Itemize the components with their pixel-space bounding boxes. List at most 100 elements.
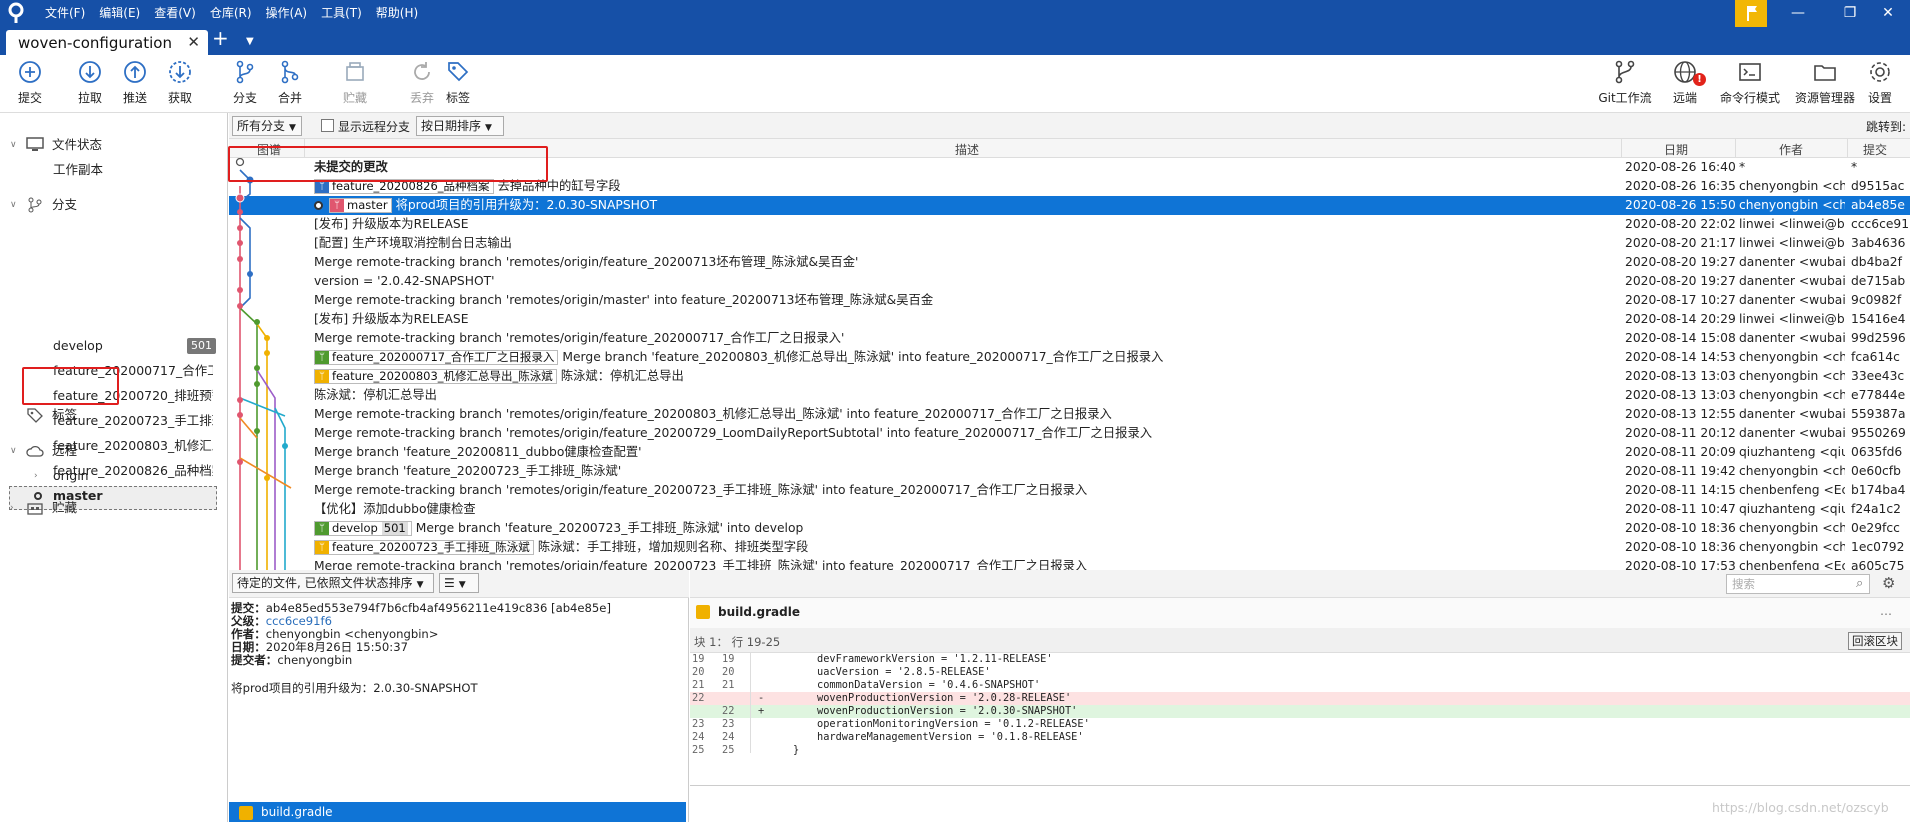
sidebar-section-stashes[interactable]: › 贮藏 — [0, 496, 228, 520]
branch-behind-badge: 501 — [187, 338, 216, 354]
hunk-range: 块 1： 行 19-25 — [694, 635, 781, 649]
sidebar-section-branches[interactable]: ∨ 分支 — [0, 193, 228, 217]
date-label: 日期： — [231, 640, 266, 654]
show-remote-checkbox[interactable] — [321, 119, 334, 132]
close-window-button[interactable]: ✕ — [1866, 0, 1910, 27]
commit-row[interactable]: ᛘ feature_20200803_机修汇总导出_陈泳斌 陈泳斌：停机汇总导出 20… — [229, 367, 1910, 386]
branch-label[interactable]: ᛘ master — [329, 198, 392, 213]
menu-item-6[interactable]: 帮助(H) — [369, 0, 425, 27]
branch-label[interactable]: ᛘ feature_20200723_手工排班_陈泳斌 — [314, 540, 534, 555]
diff-code: commonDataVersion = '0.4.6-SNAPSHOT' — [817, 679, 1041, 691]
column-author[interactable]: 作者 — [1779, 141, 1803, 158]
sidebar-section-file-status[interactable]: ∨ 文件状态 — [0, 133, 228, 157]
menu-item-0[interactable]: 文件(F) — [38, 0, 92, 27]
commit-row[interactable]: Merge branch 'feature_20200811_dubbo健康检查… — [229, 443, 1910, 462]
toolbar-label: 远端 — [1672, 91, 1697, 105]
menu-item-2[interactable]: 查看(V) — [147, 0, 203, 27]
list-icon: ☰ — [444, 576, 455, 590]
file-sort-dropdown[interactable]: 待定的文件, 已依照文件状态排序 ▼ — [232, 573, 434, 593]
commit-description: Merge branch 'feature_20200723_手工排班_陈泳斌' — [314, 462, 621, 481]
notification-flag-icon[interactable] — [1735, 0, 1767, 27]
commit-hash: 0e29fcc — [1851, 521, 1900, 535]
sort-dropdown[interactable]: 按日期排序 ▼ — [416, 116, 504, 136]
commit-description: ᛘ feature_20200723_手工排班_陈泳斌 陈泳斌：手工排班，增加规则名… — [314, 538, 808, 557]
commit-row[interactable]: Merge remote-tracking branch 'remotes/or… — [229, 481, 1910, 500]
commit-date: 2020-08-20 21:17 — [1625, 236, 1736, 250]
commit-row[interactable]: [发布] 升级版本为RELEASE 2020-08-20 22:02 linwei … — [229, 215, 1910, 234]
toolbar-button-gear[interactable]: 设置 — [1850, 59, 1910, 106]
revert-hunk-button[interactable]: 回滚区块 — [1848, 632, 1902, 650]
menu-item-3[interactable]: 仓库(R) — [203, 0, 259, 27]
commit-row[interactable]: Merge branch 'feature_20200723_手工排班_陈泳斌'… — [229, 462, 1910, 481]
graph-node — [235, 193, 245, 203]
branch-label[interactable]: ᛘ feature_20200803_机修汇总导出_陈泳斌 — [314, 369, 557, 384]
sidebar-origin-label: origin — [53, 468, 89, 483]
toolbar-button-git-flow[interactable]: Git工作流 — [1595, 59, 1655, 106]
menu-item-1[interactable]: 编辑(E) — [92, 0, 147, 27]
diff-file-header: build.gradle … — [690, 598, 1910, 628]
commit-row[interactable]: ᛘ master 将prod项目的引用升级为：2.0.30-SNAPSHOT 2020… — [229, 196, 1910, 215]
new-tab-button[interactable]: + — [212, 28, 229, 48]
commit-row[interactable]: Merge remote-tracking branch 'remotes/or… — [229, 557, 1910, 570]
commit-row[interactable]: Merge remote-tracking branch 'remotes/or… — [229, 291, 1910, 310]
commit-row[interactable]: ᛘ feature_202000717_合作工厂之日报录入 Merge branch… — [229, 348, 1910, 367]
more-options-icon[interactable]: … — [1880, 604, 1892, 618]
commit-row[interactable]: [配置] 生产环境取消控制台日志输出 2020-08-20 21:17 linwei… — [229, 234, 1910, 253]
tab-dropdown-icon[interactable]: ▼ — [246, 36, 254, 47]
commit-author: linwei <linwei@b — [1739, 217, 1845, 231]
commit-hash: e77844e — [1851, 388, 1906, 402]
commit-row[interactable]: ᛘ feature_20200723_手工排班_陈泳斌 陈泳斌：手工排班，增加规则名… — [229, 538, 1910, 557]
toolbar-button-tag[interactable]: 标签 — [428, 59, 488, 106]
branch-label[interactable]: ᛘ develop 501 — [314, 521, 412, 536]
parent-hash-link[interactable]: ccc6ce91f6 — [266, 614, 332, 628]
toolbar-button-plus-circle[interactable]: 提交 — [0, 59, 60, 106]
tab-woven-configuration[interactable]: woven-configuration ✕ — [6, 30, 208, 55]
toolbar-button-fetch[interactable]: 获取 — [150, 59, 210, 106]
commit-description: [发布] 升级版本为RELEASE — [314, 215, 469, 234]
commit-row[interactable]: Merge remote-tracking branch 'remotes/or… — [229, 253, 1910, 272]
commit-row[interactable]: version = '2.0.42-SNAPSHOT' 2020-08-20 19… — [229, 272, 1910, 291]
changed-file-item[interactable]: build.gradle — [229, 802, 686, 822]
commit-row[interactable]: Merge remote-tracking branch 'remotes/or… — [229, 424, 1910, 443]
gear-icon[interactable]: ⚙ — [1882, 574, 1895, 592]
graph-node — [237, 412, 243, 418]
file-sort-bar: 待定的文件, 已依照文件状态排序 ▼ ☰ ▼ — [229, 570, 689, 598]
toolbar-button-globe[interactable]: 远端! — [1655, 59, 1715, 106]
sidebar-section-remotes[interactable]: ∨ 远程 — [0, 439, 228, 463]
commit-row[interactable]: Merge remote-tracking branch 'remotes/or… — [229, 329, 1910, 348]
menu-item-4[interactable]: 操作(A) — [259, 0, 315, 27]
commit-author: chenyongbin <chenyongbin> — [265, 627, 439, 641]
commit-author: chenyongbin <chenyongbin> — [1739, 369, 1845, 383]
tab-close-icon[interactable]: ✕ — [187, 33, 200, 51]
diff-lines: 19 19 devFrameworkVersion = '1.2.11-RELEAS… — [690, 653, 1910, 756]
menu-item-5[interactable]: 工具(T) — [314, 0, 369, 27]
commit-row[interactable]: ᛘ develop 501 Merge branch 'feature_2020072… — [229, 519, 1910, 538]
view-mode-dropdown[interactable]: ☰ ▼ — [439, 573, 479, 593]
sidebar-section-tags[interactable]: 标签 — [0, 403, 228, 427]
commit-committer: chenyongbin — [277, 653, 353, 667]
column-commit[interactable]: 提交 — [1863, 141, 1887, 158]
toolbar-button-stash[interactable]: 贮藏 — [325, 59, 385, 106]
graph-node — [254, 428, 260, 434]
commit-hash: * — [1851, 160, 1858, 174]
diff-code: uacVersion = '2.8.5-RELEASE' — [817, 666, 991, 678]
toolbar-button-merge[interactable]: 合并 — [260, 59, 320, 106]
commit-row[interactable]: Merge remote-tracking branch 'remotes/or… — [229, 405, 1910, 424]
minimize-button[interactable]: — — [1776, 0, 1820, 27]
column-date[interactable]: 日期 — [1664, 141, 1688, 158]
sidebar-item-working-copy[interactable]: 工作副本 — [0, 158, 228, 182]
diff-line: 21 21 commonDataVersion = '0.4.6-SNAPSHOT' — [690, 679, 1910, 692]
sidebar-branch-item[interactable]: develop 501 — [0, 334, 228, 358]
branches-filter-dropdown[interactable]: 所有分支 ▼ — [232, 116, 302, 136]
annotation-box-master-branch — [22, 367, 119, 405]
toolbar-button-terminal[interactable]: 命令行模式 — [1710, 59, 1790, 106]
tab-bar: woven-configuration ✕ — [0, 27, 1910, 55]
column-description[interactable]: 描述 — [955, 141, 979, 158]
sidebar-item-origin[interactable]: › origin — [0, 464, 228, 488]
search-input[interactable]: 搜索 — [1726, 574, 1870, 594]
commit-row[interactable]: 【优化】添加dubbo健康检查 2020-08-11 10:47 qiuzhante… — [229, 500, 1910, 519]
branch-label-text: feature_202000717_合作工厂之日报录入 — [332, 350, 555, 364]
commit-row[interactable]: 陈泳斌：停机汇总导出 2020-08-13 13:03 chenyongbin <c… — [229, 386, 1910, 405]
commit-row[interactable]: [发布] 升级版本为RELEASE 2020-08-14 20:29 linwei … — [229, 310, 1910, 329]
branch-label[interactable]: ᛘ feature_202000717_合作工厂之日报录入 — [314, 350, 559, 365]
